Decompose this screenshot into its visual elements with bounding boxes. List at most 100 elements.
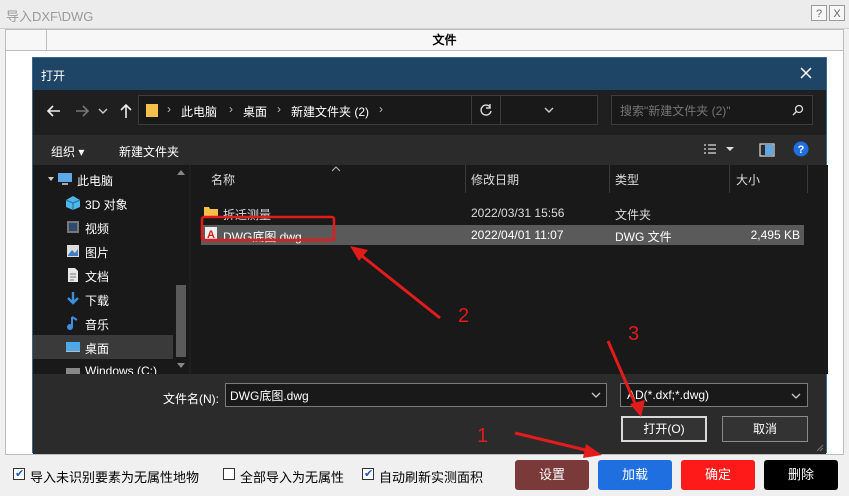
crumb-separator: › [277, 102, 281, 116]
drive-icon [66, 368, 80, 374]
dialog-title: 打开 [41, 69, 66, 83]
open-button[interactable]: 打开(O) [621, 416, 707, 442]
nav-item-label: 此电脑 [77, 174, 114, 188]
column-header-file[interactable]: 文件 [46, 30, 843, 50]
nav-item-3d-objects[interactable]: 3D 对象 [33, 191, 173, 215]
folder-icon [146, 104, 158, 117]
cube-icon [65, 196, 81, 210]
dialog-close-icon[interactable] [796, 63, 816, 83]
column-headers: 名称 修改日期 类型 大小 [191, 165, 828, 193]
address-dropdown-icon[interactable] [543, 105, 555, 115]
filetype-select[interactable]: AD(*.dxf;*.dwg) [620, 383, 808, 407]
window-close-button[interactable]: X [829, 5, 845, 21]
nav-item-this-pc[interactable]: 此电脑 [33, 167, 173, 191]
option-auto-refresh-area-label[interactable]: 自动刷新实测面积 [379, 467, 483, 486]
file-row-dwg[interactable]: A DWG底图.dwg 2022/04/01 11:07 DWG 文件 2,49… [201, 225, 804, 245]
download-icon [67, 292, 79, 305]
recent-chevron-down-icon[interactable] [97, 102, 109, 120]
confirm-button[interactable]: 确定 [681, 460, 755, 490]
search-icon[interactable] [792, 104, 804, 116]
expand-chevron-icon[interactable] [47, 175, 55, 183]
delete-button[interactable]: 删除 [764, 460, 838, 490]
column-divider[interactable] [465, 165, 466, 193]
scroll-up-icon[interactable] [177, 169, 185, 175]
svg-text:A: A [207, 229, 215, 241]
settings-button[interactable]: 设置 [515, 460, 589, 490]
new-folder-button[interactable]: 新建文件夹 [119, 143, 179, 160]
load-button[interactable]: 加载 [598, 460, 672, 490]
column-divider[interactable] [807, 165, 808, 193]
dialog-titlebar: 打开 [33, 58, 826, 90]
file-modified: 2022/03/31 15:56 [471, 206, 565, 220]
filename-input[interactable] [225, 383, 607, 407]
forward-arrow-icon[interactable] [73, 102, 91, 120]
file-name: 拆迁测量 [223, 208, 272, 222]
nav-item-label: Windows (C:) [85, 364, 158, 374]
file-modified: 2022/04/01 11:07 [471, 228, 564, 242]
organize-menu[interactable]: 组织 ▾ [51, 143, 84, 160]
breadcrumb-this-pc[interactable]: 此电脑 [181, 103, 217, 120]
navigation-pane: 此电脑 3D 对象 视频 图片 文档 下载 音乐 桌面 Windows (C:) [33, 165, 189, 374]
file-size: 2,495 KB [750, 228, 800, 242]
filename-dropdown-icon[interactable] [591, 391, 601, 399]
resize-grip-icon[interactable] [816, 444, 824, 452]
crumb-end-chevron[interactable]: › [379, 102, 383, 116]
file-row-folder[interactable]: 拆迁测量 2022/03/31 15:56 文件夹 [201, 203, 804, 223]
search-input[interactable] [618, 101, 782, 121]
breadcrumb-new-folder[interactable]: 新建文件夹 (2) [291, 103, 369, 120]
nav-item-desktop[interactable]: 桌面 [33, 335, 173, 359]
window-titlebar: 导入DXF\DWG ? X [0, 0, 849, 29]
folder-icon [204, 207, 218, 218]
column-header-name[interactable]: 名称 [211, 171, 235, 188]
column-header-modified[interactable]: 修改日期 [471, 171, 519, 188]
file-type: DWG 文件 [615, 230, 672, 244]
scroll-down-icon[interactable] [177, 363, 185, 369]
nav-item-label: 图片 [85, 246, 110, 260]
up-arrow-icon[interactable] [117, 102, 135, 120]
address-bar[interactable]: › 此电脑 › 桌面 › 新建文件夹 (2) › [138, 95, 598, 125]
help-button[interactable]: ? [811, 5, 827, 21]
option-import-unrecognized-checkbox[interactable] [13, 467, 25, 480]
column-divider[interactable] [609, 165, 610, 193]
option-import-all-no-attr-checkbox[interactable] [223, 468, 235, 480]
breadcrumb-desktop[interactable]: 桌面 [243, 103, 267, 120]
column-header-type[interactable]: 类型 [615, 171, 639, 188]
nav-item-videos[interactable]: 视频 [33, 215, 173, 239]
column-divider[interactable] [729, 165, 730, 193]
option-import-unrecognized-label[interactable]: 导入未识别要素为无属性地物 [30, 467, 199, 486]
back-arrow-icon[interactable] [45, 102, 63, 120]
svg-text:?: ? [798, 144, 805, 156]
nav-item-label: 下载 [85, 294, 110, 308]
nav-item-label: 视频 [85, 222, 110, 236]
view-details-icon[interactable] [703, 143, 717, 157]
preview-pane-icon[interactable] [759, 143, 775, 157]
cancel-button[interactable]: 取消 [722, 416, 808, 442]
computer-icon [58, 173, 72, 185]
navigation-bar: › 此电脑 › 桌面 › 新建文件夹 (2) › [33, 90, 826, 135]
file-list: 名称 修改日期 类型 大小 拆迁测量 2022/03/31 15:56 文件夹 … [191, 165, 828, 374]
view-options-chevron-icon[interactable] [725, 145, 735, 153]
search-box[interactable] [611, 95, 813, 125]
column-header-size[interactable]: 大小 [736, 171, 760, 188]
open-file-dialog: 打开 › 此电脑 › 桌面 › 新建文件夹 (2) › 搜索"新建文件夹 (2)… [32, 57, 828, 454]
refresh-icon [480, 104, 492, 116]
nav-pane-scrollbar[interactable] [173, 165, 189, 374]
nav-item-downloads[interactable]: 下载 [33, 287, 173, 311]
header-blank-cell [6, 30, 47, 50]
refresh-button[interactable] [471, 95, 501, 125]
filetype-value: AD(*.dxf;*.dwg) [627, 388, 710, 402]
nav-item-pictures[interactable]: 图片 [33, 239, 173, 263]
dialog-footer: 文件名(N): AD(*.dxf;*.dwg) 打开(O) 取消 [33, 374, 826, 454]
help-icon[interactable]: ? [793, 141, 809, 157]
option-import-all-no-attr-label[interactable]: 全部导入为无属性 [240, 467, 344, 486]
command-bar: 组织 ▾ 新建文件夹 ? [33, 135, 826, 165]
option-auto-refresh-area-checkbox[interactable] [362, 467, 374, 480]
nav-item-label: 音乐 [85, 318, 110, 332]
crumb-separator: › [167, 102, 171, 116]
nav-item-label: 文档 [85, 270, 110, 284]
nav-item-music[interactable]: 音乐 [33, 311, 173, 335]
nav-item-windows-c[interactable]: Windows (C:) [33, 359, 173, 374]
scroll-thumb[interactable] [176, 285, 186, 357]
nav-item-documents[interactable]: 文档 [33, 263, 173, 287]
picture-icon [67, 245, 79, 257]
